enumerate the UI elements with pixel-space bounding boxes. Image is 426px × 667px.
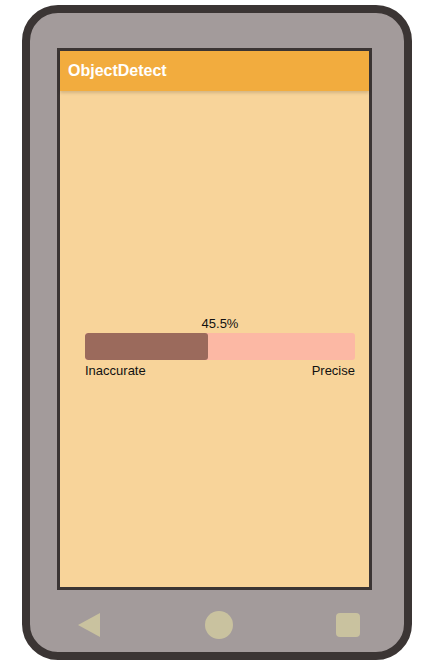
precision-meter: 45.5% Inaccurate Precise — [85, 316, 355, 378]
progress-track — [85, 333, 355, 360]
back-icon[interactable] — [75, 611, 103, 639]
recents-icon[interactable] — [335, 612, 361, 638]
phone-frame: ObjectDetect 45.5% Inaccurate Precise — [22, 5, 412, 660]
page: ObjectDetect 45.5% Inaccurate Precise — [0, 0, 426, 667]
progress-fill — [85, 333, 208, 360]
progress-labels: Inaccurate Precise — [85, 363, 355, 378]
home-icon[interactable] — [204, 610, 234, 640]
nav-bar — [57, 600, 372, 650]
min-label: Inaccurate — [85, 363, 146, 378]
progress-reading: 45.5% — [85, 316, 355, 331]
app-bar: ObjectDetect — [60, 51, 369, 91]
content: 45.5% Inaccurate Precise — [60, 91, 369, 587]
screen: ObjectDetect 45.5% Inaccurate Precise — [57, 48, 372, 590]
app-title: ObjectDetect — [68, 62, 167, 80]
max-label: Precise — [312, 363, 355, 378]
